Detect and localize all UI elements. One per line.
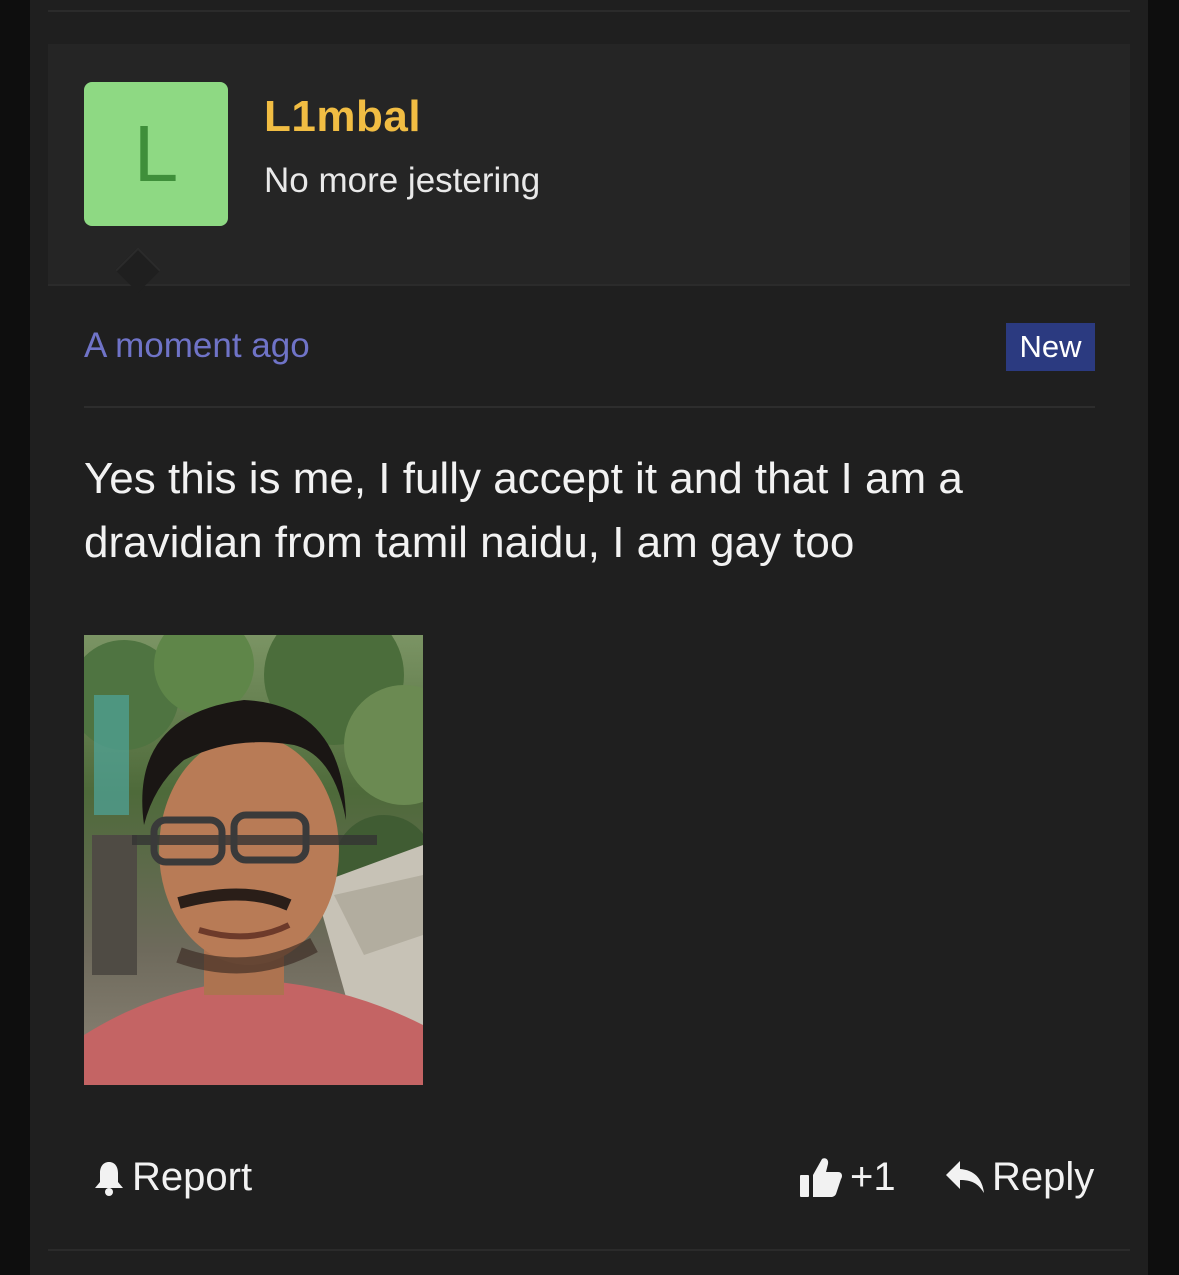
like-button[interactable]: +1 bbox=[798, 1151, 896, 1203]
username-link[interactable]: L1mbal bbox=[264, 92, 421, 142]
report-label: Report bbox=[132, 1154, 253, 1199]
new-badge: New bbox=[1006, 323, 1095, 371]
page: L L1mbal No more jestering A moment ago … bbox=[0, 0, 1179, 1275]
reply-button[interactable]: Reply bbox=[944, 1151, 1094, 1203]
reply-icon bbox=[946, 1161, 984, 1193]
photo-attachment-icon bbox=[84, 635, 423, 1085]
bottom-divider bbox=[48, 1249, 1130, 1251]
avatar[interactable]: L bbox=[84, 82, 228, 226]
attached-photo[interactable] bbox=[84, 635, 423, 1085]
bell-icon bbox=[95, 1162, 123, 1196]
user-title: No more jestering bbox=[264, 161, 541, 200]
post-timestamp-link[interactable]: A moment ago bbox=[84, 326, 310, 366]
meta-divider bbox=[84, 406, 1095, 408]
like-count: +1 bbox=[850, 1154, 896, 1199]
post-column: L L1mbal No more jestering A moment ago … bbox=[30, 0, 1148, 1275]
post-message: Yes this is me, I fully accept it and th… bbox=[84, 454, 963, 567]
thumbs-up-icon bbox=[800, 1158, 842, 1197]
reply-label: Reply bbox=[992, 1154, 1095, 1199]
report-button[interactable]: Report bbox=[92, 1151, 252, 1203]
top-divider bbox=[48, 10, 1130, 12]
